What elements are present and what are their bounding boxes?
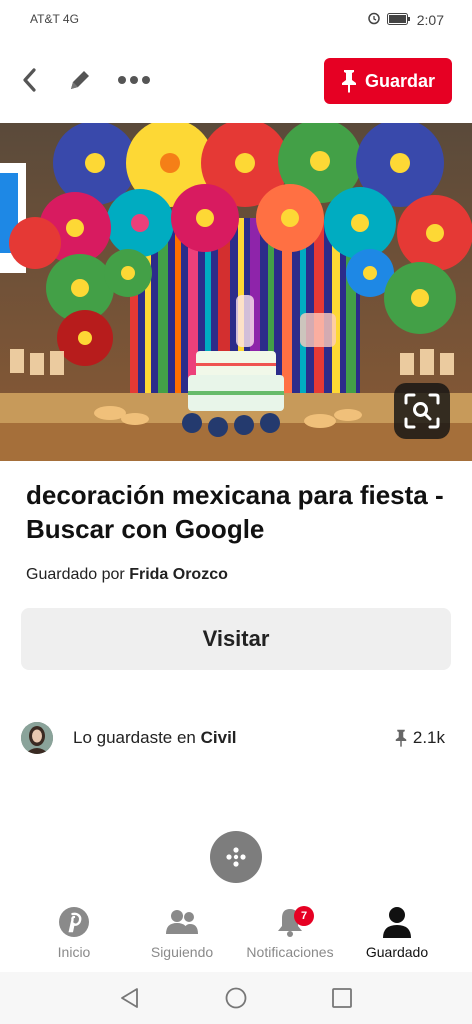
more-dots-icon [118, 76, 150, 84]
saved-board-name[interactable]: Civil [201, 728, 237, 747]
visual-search-button[interactable] [394, 383, 450, 439]
visit-button-label: Visitar [202, 626, 270, 651]
clock-label: 2:07 [416, 11, 444, 28]
saved-board-text: Lo guardaste en Civil [73, 728, 237, 748]
circle-home-icon [225, 987, 247, 1009]
tab-notifications-label: Notificaciones [246, 944, 334, 960]
status-bar: AT&T 4G 2:07 [0, 0, 472, 40]
visit-button[interactable]: Visitar [21, 608, 451, 670]
people-icon [166, 910, 198, 934]
save-count-value: 2.1k [412, 728, 445, 747]
pinterest-logo-icon [59, 907, 89, 937]
save-button-label: Guardar [364, 70, 436, 91]
profile-icon [383, 907, 411, 938]
alarm-icon [367, 11, 381, 28]
saved-board-row[interactable]: Lo guardaste en Civil 2.1k [21, 720, 451, 756]
avatar [21, 722, 53, 754]
carrier-label: AT&T 4G [30, 12, 79, 26]
nav-recents-button[interactable] [330, 986, 354, 1010]
tab-notifications[interactable]: 7 Notificaciones [235, 904, 345, 960]
tab-following-label: Siguiendo [150, 944, 214, 960]
tab-home-label: Inicio [57, 944, 91, 960]
nav-back-button[interactable] [118, 986, 142, 1010]
pin-toolbar: Guardar [0, 50, 472, 112]
pushpin-icon [395, 729, 407, 747]
edit-button[interactable] [62, 62, 98, 98]
save-count: 2.1k [395, 728, 445, 748]
battery-icon [386, 12, 411, 28]
pin-title: decoración mexicana para fiesta - Buscar… [26, 480, 444, 544]
tab-home[interactable]: Inicio [19, 904, 129, 960]
bottom-tab-bar: Inicio Siguiendo 7 Notificaciones Guarda… [0, 900, 472, 970]
tab-saved[interactable]: Guardado [342, 904, 452, 960]
square-recents-icon [332, 988, 352, 1008]
system-nav-bar [0, 972, 472, 1024]
more-options-button[interactable] [116, 62, 152, 98]
chevron-left-icon [23, 68, 36, 92]
lens-search-icon [404, 393, 440, 429]
floating-menu-button[interactable] [210, 831, 262, 883]
saved-by-prefix: Guardado por [26, 566, 125, 583]
nav-home-button[interactable] [224, 986, 248, 1010]
back-button[interactable] [12, 62, 48, 98]
saved-by-user[interactable]: Frida Orozco [129, 566, 228, 583]
save-button[interactable]: Guardar [324, 58, 452, 104]
pushpin-icon [341, 70, 356, 93]
tab-following[interactable]: Siguiendo [127, 904, 237, 960]
saved-board-prefix: Lo guardaste en [73, 728, 196, 747]
dots-circle-icon [226, 847, 246, 867]
tab-saved-label: Guardado [365, 944, 429, 960]
triangle-back-icon [121, 988, 138, 1008]
saved-by-line: Guardado por Frida Orozco [26, 566, 228, 584]
notification-badge: 7 [294, 906, 314, 926]
pin-image[interactable] [0, 123, 472, 461]
pencil-icon [71, 71, 89, 89]
